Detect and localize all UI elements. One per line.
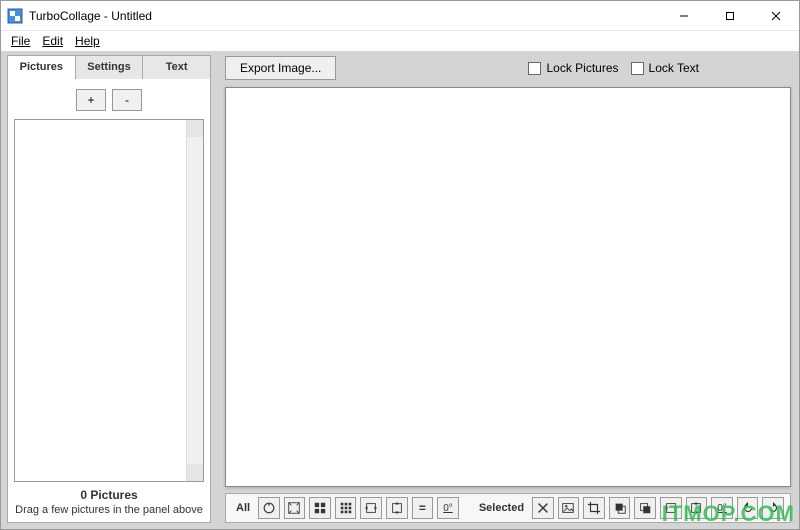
equal-size-button[interactable]: =: [412, 497, 434, 519]
expand-h-button[interactable]: [360, 497, 382, 519]
checkbox-icon: [528, 62, 541, 75]
lock-pictures-checkbox[interactable]: Lock Pictures: [528, 61, 618, 75]
menu-help[interactable]: Help: [69, 32, 106, 50]
titlebar: TurboCollage - Untitled: [1, 1, 799, 31]
maximize-button[interactable]: [707, 1, 753, 31]
delete-button[interactable]: [532, 497, 554, 519]
grid-small-button[interactable]: [335, 497, 357, 519]
tab-text[interactable]: Text: [142, 55, 211, 79]
collage-canvas[interactable]: [225, 87, 791, 487]
left-footer: 0 Pictures Drag a few pictures in the pa…: [14, 482, 204, 516]
lock-text-label: Lock Text: [649, 61, 699, 75]
label-all: All: [232, 502, 254, 514]
export-button[interactable]: Export Image...: [225, 56, 336, 80]
menubar: File Edit Help: [1, 31, 799, 51]
close-button[interactable]: [753, 1, 799, 31]
drop-hint: Drag a few pictures in the panel above: [14, 504, 204, 516]
expand-v-sel-button[interactable]: [686, 497, 708, 519]
tab-settings[interactable]: Settings: [75, 55, 144, 79]
scrollbar[interactable]: [186, 120, 203, 481]
picture-list[interactable]: [14, 119, 204, 482]
reset-rotation-all-button[interactable]: 0°: [437, 497, 459, 519]
picture-count: 0 Pictures: [14, 488, 204, 502]
tabs: Pictures Settings Text: [7, 55, 211, 79]
tab-pictures[interactable]: Pictures: [7, 55, 76, 79]
right-panel: Export Image... Lock Pictures Lock Text …: [217, 51, 799, 529]
rotate-right-button[interactable]: [762, 497, 784, 519]
app-icon: [7, 8, 23, 24]
expand-v-button[interactable]: [386, 497, 408, 519]
rotate-left-button[interactable]: [737, 497, 759, 519]
workarea: Pictures Settings Text + - 0 Pictures Dr…: [1, 51, 799, 529]
reset-rotation-sel-button[interactable]: 0°: [711, 497, 733, 519]
left-panel: Pictures Settings Text + - 0 Pictures Dr…: [1, 51, 217, 529]
lock-pictures-label: Lock Pictures: [546, 61, 618, 75]
label-selected: Selected: [475, 502, 528, 514]
checkbox-icon: [631, 62, 644, 75]
crop-button[interactable]: [583, 497, 605, 519]
fit-all-button[interactable]: [284, 497, 306, 519]
menu-edit[interactable]: Edit: [36, 32, 69, 50]
expand-h-sel-button[interactable]: [660, 497, 682, 519]
window-title: TurboCollage - Untitled: [29, 9, 661, 23]
bottom-toolbar: All = 0° Selected: [225, 493, 791, 523]
send-back-button[interactable]: [634, 497, 656, 519]
top-toolbar: Export Image... Lock Pictures Lock Text: [225, 55, 791, 81]
image-button[interactable]: [558, 497, 580, 519]
remove-picture-button[interactable]: -: [112, 89, 142, 111]
menu-file[interactable]: File: [5, 32, 36, 50]
lock-text-checkbox[interactable]: Lock Text: [631, 61, 699, 75]
add-remove-row: + -: [14, 85, 204, 119]
shuffle-button[interactable]: [258, 497, 280, 519]
add-picture-button[interactable]: +: [76, 89, 106, 111]
tab-content-pictures: + - 0 Pictures Drag a few pictures in th…: [7, 78, 211, 523]
minimize-button[interactable]: [661, 1, 707, 31]
bring-front-button[interactable]: [609, 497, 631, 519]
grid-large-button[interactable]: [309, 497, 331, 519]
